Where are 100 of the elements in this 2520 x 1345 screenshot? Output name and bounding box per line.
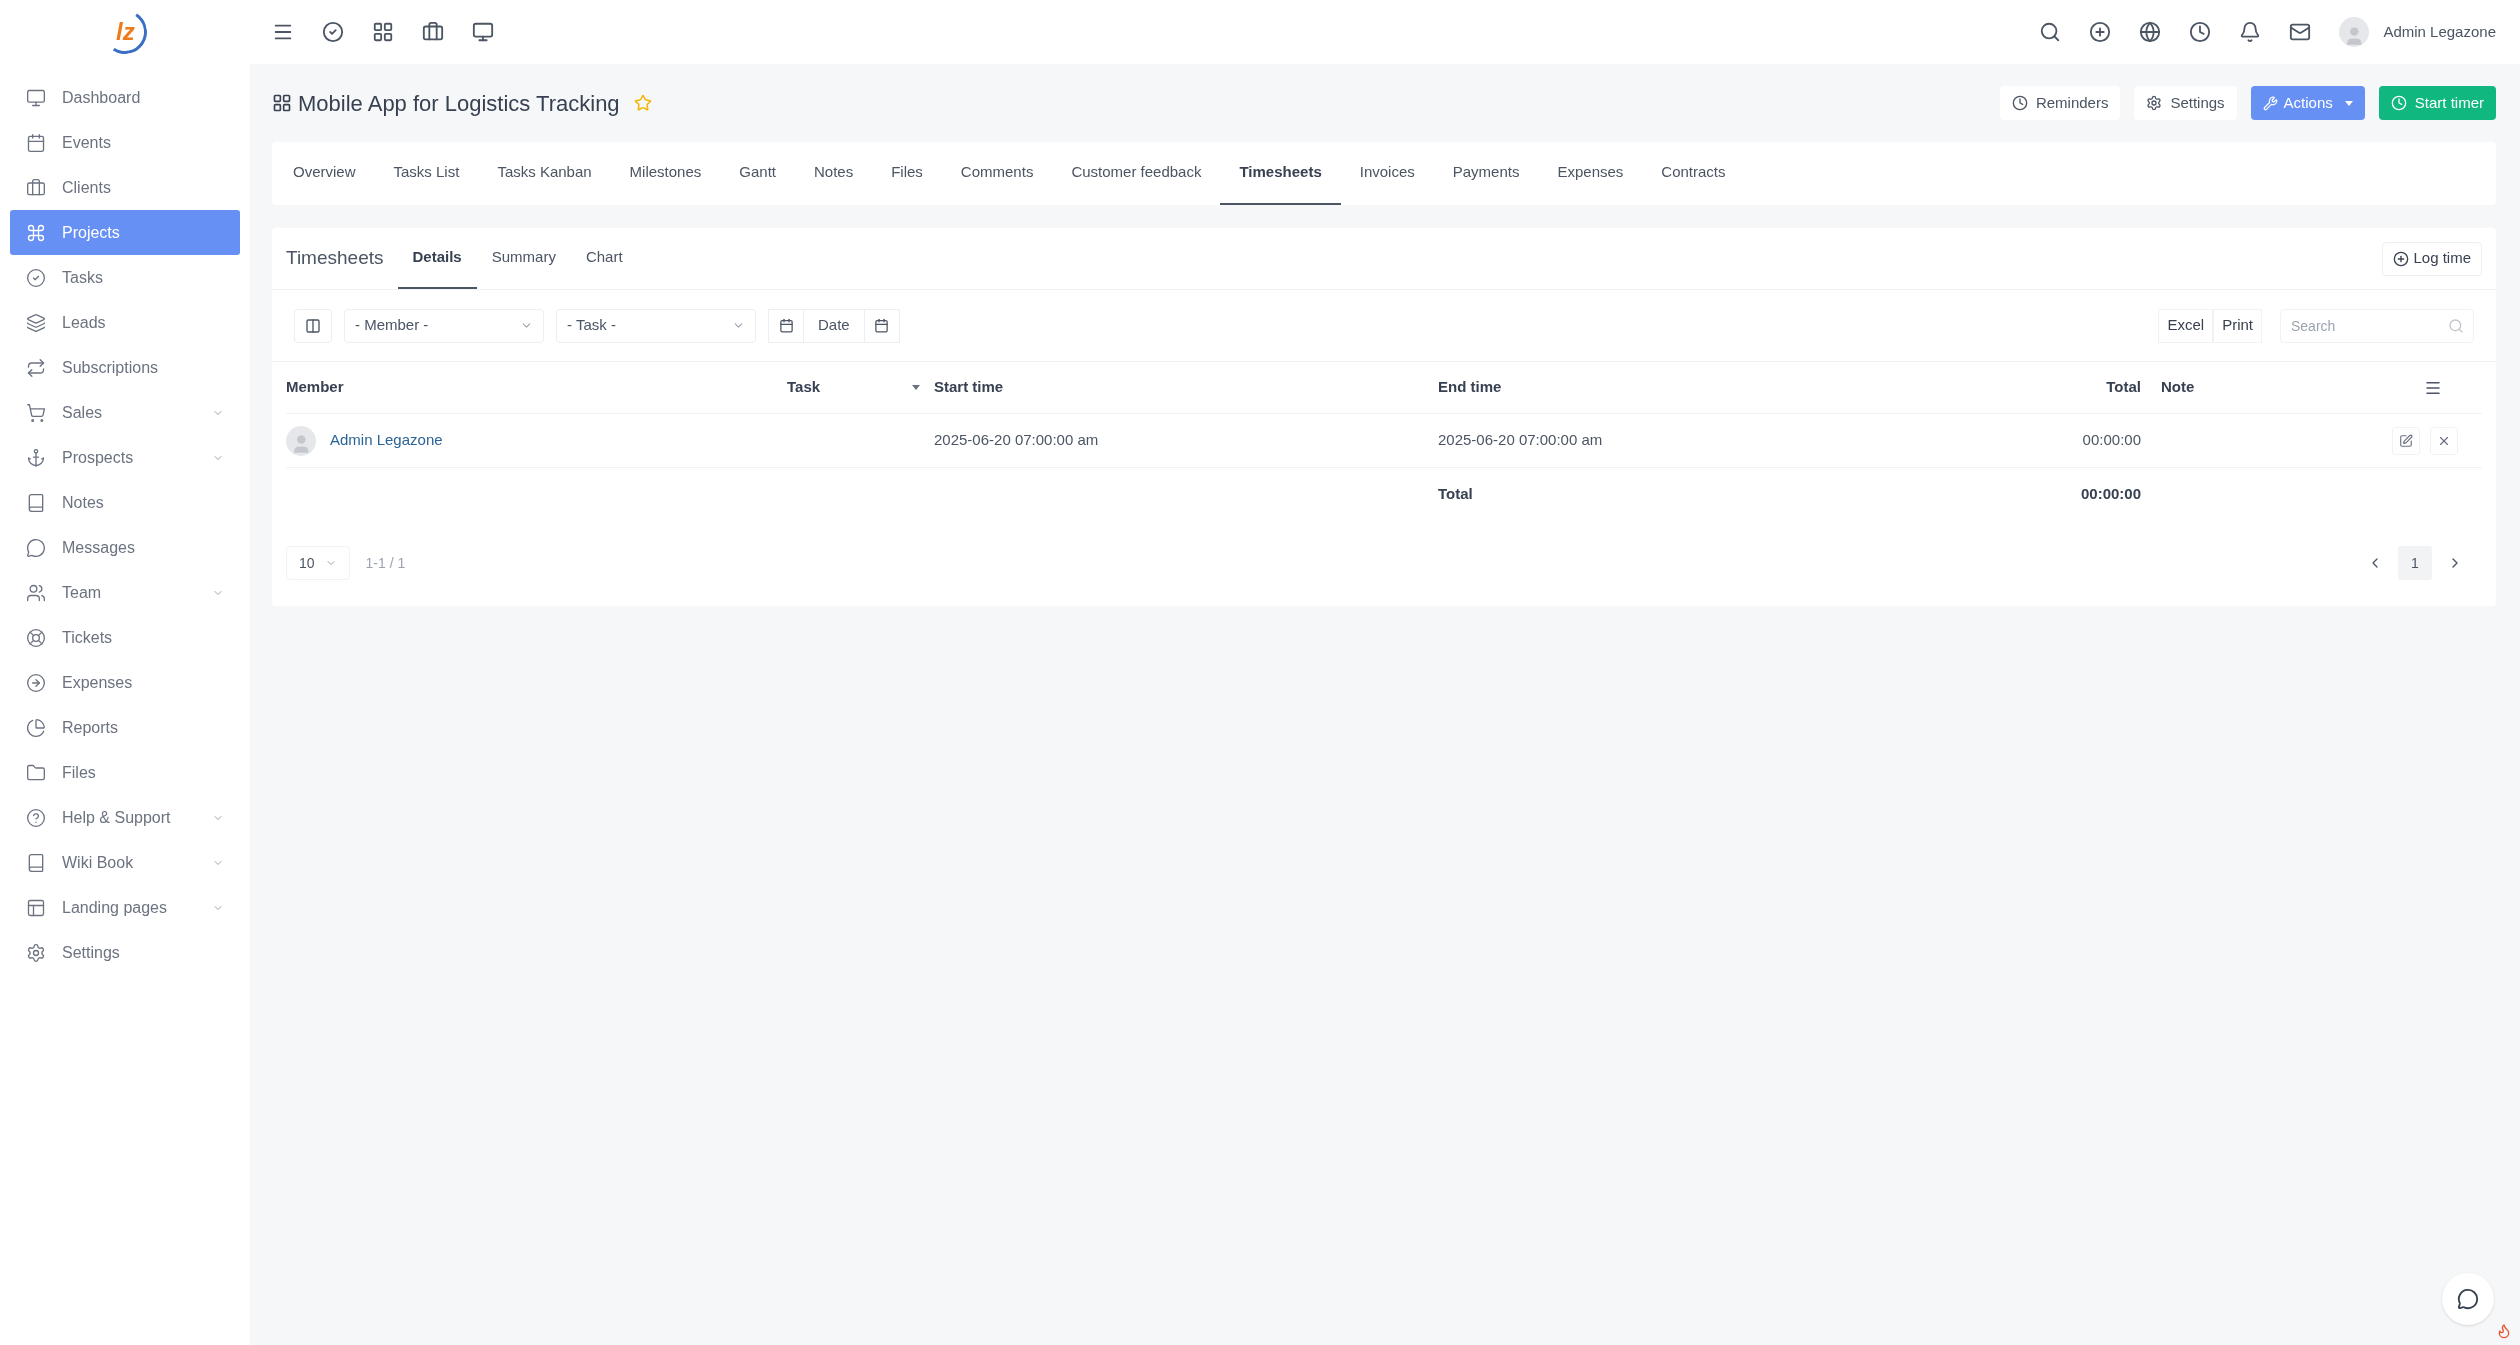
total-value: 00:00:00 [2079,483,2141,504]
date-button[interactable]: Date [804,308,864,343]
monitor-icon[interactable] [472,21,494,43]
column-header[interactable]: Start time [934,376,1438,399]
tab[interactable]: Tasks List [374,142,479,205]
search-field[interactable]: Search [2280,308,2474,343]
check-circle-icon[interactable] [322,21,344,43]
tab[interactable]: Payments [1433,142,1539,205]
tab[interactable]: Gantt [720,142,795,205]
tab[interactable]: Notes [795,142,873,205]
tab[interactable]: Tasks Kanban [478,142,611,205]
sidebar-item[interactable]: Sales [10,390,240,435]
logo: lz [98,5,152,59]
page-range: 1-1 / 1 [365,553,406,573]
clock-icon[interactable] [2189,21,2212,43]
tab[interactable]: Contracts [1642,142,1745,205]
tab[interactable]: Milestones [610,142,721,205]
sidebar-item[interactable]: Expenses [10,660,240,705]
columns-toggle-button[interactable] [294,308,332,343]
grid-icon [272,93,292,113]
notification-icon[interactable] [2239,21,2262,43]
help-icon [26,807,46,828]
layout-icon [26,897,46,918]
calendar-icon [874,318,890,333]
tab[interactable]: Files [872,142,942,205]
chat-bubble-icon [2457,1288,2479,1310]
tab[interactable]: Timesheets [1220,142,1341,205]
export-button[interactable]: Excel [2158,308,2214,343]
clock-icon [2011,95,2028,111]
sidebar-item[interactable]: Prospects [10,435,240,480]
member-dropdown[interactable]: - Member - [344,308,544,343]
grid-icon[interactable] [372,21,394,43]
sidebar-item[interactable]: Leads [10,300,240,345]
lifebuoy-icon [26,627,46,648]
sidebar-item[interactable]: Messages [10,525,240,570]
sidebar-item[interactable]: Tickets [10,615,240,660]
tab[interactable]: Expenses [1538,142,1643,205]
log-time-button[interactable]: Log time [2382,241,2482,276]
folder-icon [26,762,46,783]
tab[interactable]: Overview [274,142,375,205]
sidebar-item[interactable]: Dashboard [10,75,240,120]
member-link[interactable]: Admin Legazone [330,429,443,452]
sub-tab[interactable]: Chart [570,228,638,289]
sub-tab[interactable]: Details [397,228,477,289]
globe-icon[interactable] [2139,21,2162,43]
page-size-dropdown[interactable]: 10 [286,546,350,580]
add-icon[interactable] [2089,21,2112,43]
sidebar-item[interactable]: Help & Support [10,795,240,840]
users-icon [26,582,46,603]
table-cell-text: 00:00:00 [2081,430,2141,451]
edit-button[interactable] [2392,426,2420,455]
anchor-icon [26,447,46,468]
sidebar-item[interactable]: Landing pages [10,885,240,930]
monitor-icon [26,87,46,108]
sidebar-item[interactable]: Reports [10,705,240,750]
sidebar-item[interactable]: Files [10,750,240,795]
page-button[interactable]: 1 [2398,546,2432,580]
settings-icon [26,942,46,963]
tab[interactable]: Invoices [1340,142,1434,205]
next-date-button[interactable] [863,308,900,343]
sidebar-item[interactable]: Tasks [10,255,240,300]
export-button[interactable]: Print [2213,308,2262,343]
briefcase-icon[interactable] [422,21,444,43]
flame-icon [2496,1323,2512,1339]
cart-icon [26,402,46,423]
sub-tab[interactable]: Summary [476,228,571,289]
reminders-button[interactable]: Reminders [1999,86,2121,120]
search-icon[interactable] [2039,21,2062,43]
avatar [2339,17,2370,47]
sidebar-item[interactable]: Settings [10,930,240,975]
tab[interactable]: Comments [941,142,1053,205]
book-icon [26,492,46,513]
column-header[interactable]: Total [1900,376,2141,399]
previous-date-button[interactable] [768,308,804,343]
settings-icon [2146,95,2163,111]
tab[interactable]: Customer feedback [1052,142,1221,205]
sidebar-item[interactable]: Team [10,570,240,615]
chat-bubble-icon [26,537,46,558]
table-cell-text: 2025-06-20 07:00:00 am [1438,430,1604,451]
user-name[interactable]: Admin Legazone [2383,20,2496,44]
page-title: Mobile App for Logistics Tracking [298,89,620,118]
column-header[interactable]: End time [1438,376,1900,399]
mail-icon[interactable] [2289,21,2312,43]
task-dropdown[interactable]: - Task - [556,308,756,343]
total-label: Total [1438,483,1474,504]
column-header[interactable]: Note [2141,376,2381,399]
sidebar-item[interactable]: Clients [10,165,240,210]
sidebar-item[interactable]: Subscriptions [10,345,240,390]
layers-icon [26,312,46,333]
column-header[interactable]: Member [286,376,787,399]
column-header[interactable]: Task [787,376,934,399]
settings-button[interactable]: Settings [2134,86,2237,120]
star-icon[interactable] [633,94,652,112]
sidebar-item[interactable]: Events [10,120,240,165]
sidebar-item[interactable]: Notes [10,480,240,525]
sidebar-item[interactable]: Wiki Book [10,840,240,885]
pie-chart-icon [26,717,46,738]
chat-button[interactable] [2442,1273,2494,1325]
clock-icon [2390,95,2407,111]
caret-icon [2344,100,2353,106]
